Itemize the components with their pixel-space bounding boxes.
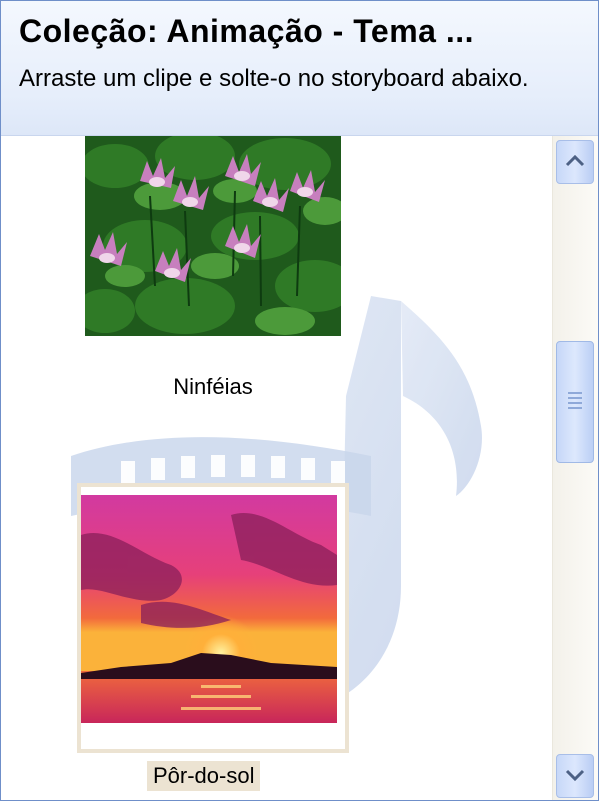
clip-list[interactable]: Ninféias Pôr-do-sol [1, 136, 552, 800]
clip-thumbnail[interactable] [85, 136, 341, 336]
clip-por-do-sol[interactable]: Pôr-do-sol [77, 483, 349, 800]
chevron-down-icon [565, 769, 585, 782]
vertical-scrollbar[interactable] [552, 136, 598, 800]
collection-title: Coleção: Animação - Tema ... [19, 13, 474, 49]
grip-icon [568, 392, 582, 412]
pane-header: Coleção: Animação - Tema ... Arraste um … [1, 1, 598, 136]
clip-thumbnail[interactable] [81, 495, 337, 723]
scroll-thumb[interactable] [556, 341, 594, 463]
clip-label: Pôr-do-sol [147, 761, 261, 791]
scroll-down-button[interactable] [556, 754, 594, 798]
collection-pane: Coleção: Animação - Tema ... Arraste um … [0, 0, 599, 801]
chevron-up-icon [565, 154, 585, 167]
scroll-up-button[interactable] [556, 140, 594, 184]
instruction-text: Arraste um clipe e solte-o no storyboard… [19, 65, 529, 92]
clip-ninfeias[interactable]: Ninféias [85, 136, 343, 416]
clip-label: Ninféias [173, 374, 253, 399]
